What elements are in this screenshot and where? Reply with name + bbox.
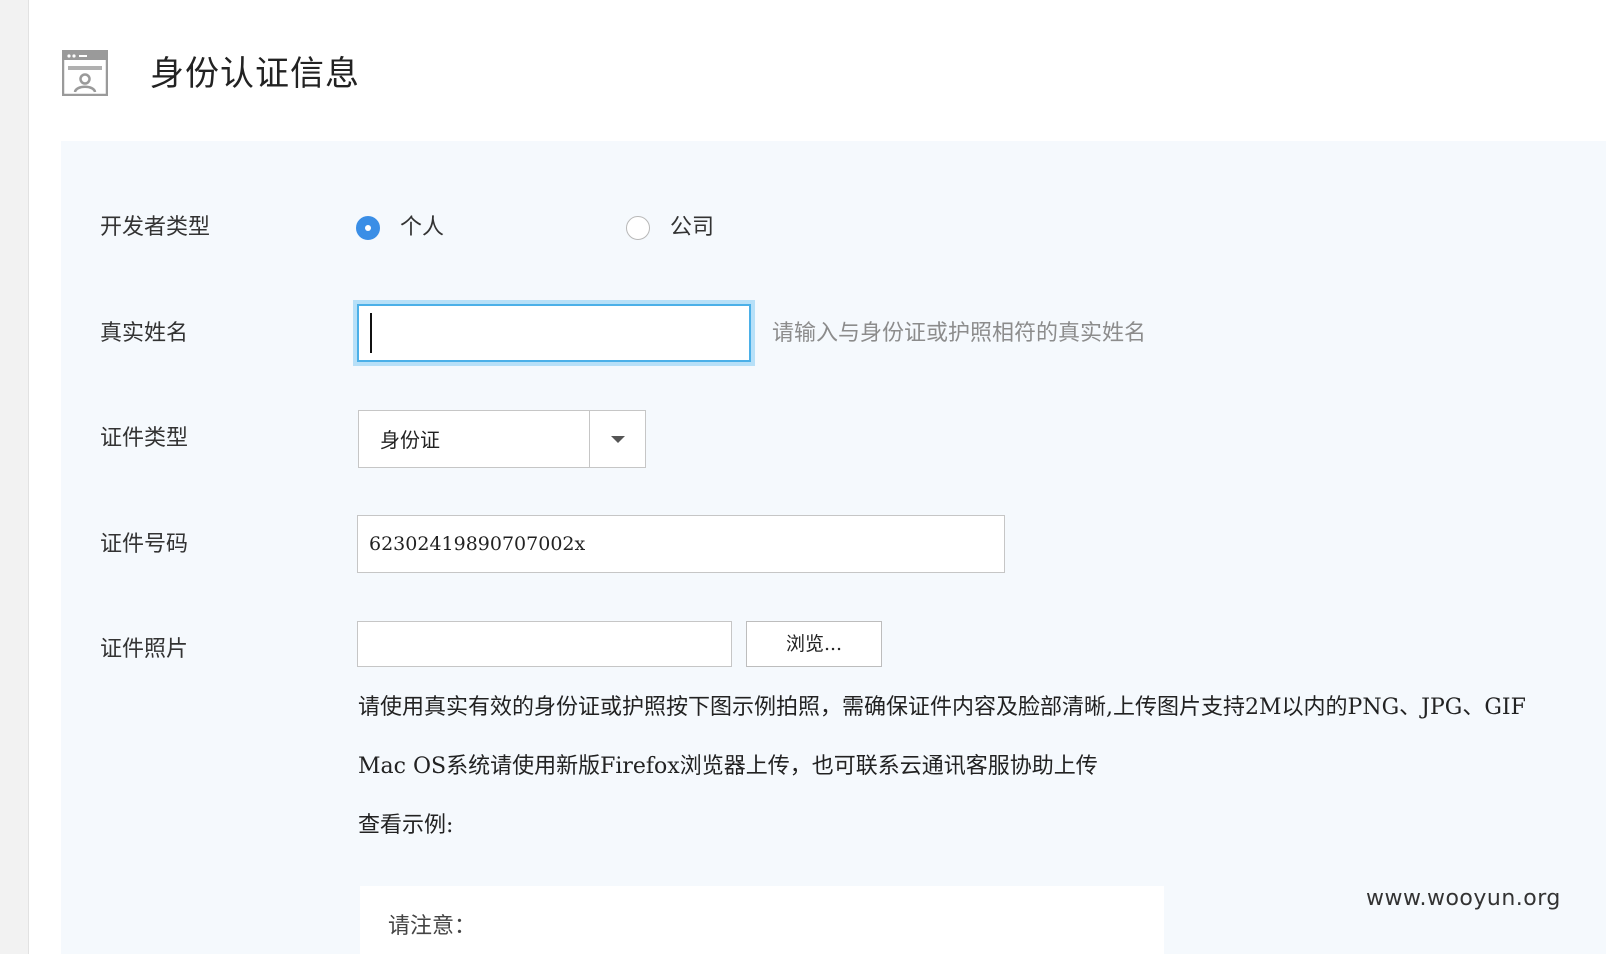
mac-upload-note: Mac OS系统请使用新版Firefox浏览器上传，也可联系云通讯客服协助上传 [358,754,1098,779]
id-photo-label: 证件照片 [100,637,189,662]
id-card-icon [61,49,109,97]
left-sidebar-edge [0,0,29,954]
notice-heading: 请注意： [388,914,477,939]
id-number-label: 证件号码 [100,532,189,557]
photo-instructions: 请使用真实有效的身份证或护照按下图示例拍照，需确保证件内容及脸部清晰,上传图片支… [358,695,1526,720]
id-number-input[interactable] [357,515,1005,573]
id-type-label: 证件类型 [100,426,189,451]
developer-type-label: 开发者类型 [100,215,211,240]
id-photo-path-input[interactable] [357,621,732,667]
text-cursor [370,313,372,353]
radio-individual-label[interactable]: 个人 [400,213,444,243]
radio-individual[interactable] [356,216,380,240]
identity-form-panel: 开发者类型 个人 公司 真实姓名 请输入与身份证或护照相符的真实姓名 证件类型 … [61,141,1606,966]
page-title: 身份认证信息 [150,54,360,94]
real-name-hint: 请输入与身份证或护照相符的真实姓名 [772,321,1147,346]
radio-company[interactable] [626,216,650,240]
radio-company-label[interactable]: 公司 [670,213,714,243]
chevron-down-icon[interactable] [611,436,625,443]
real-name-label: 真实姓名 [100,321,189,346]
watermark: www.wooyun.org [1366,886,1561,911]
browse-button[interactable]: 浏览... [746,621,882,667]
example-notice-box: 请注意： [360,886,1164,966]
select-divider [589,411,590,467]
view-example-label: 查看示例: [358,813,454,838]
real-name-input[interactable] [357,304,751,362]
id-type-select[interactable]: 身份证 [358,410,646,468]
id-type-selected-value: 身份证 [380,428,440,452]
